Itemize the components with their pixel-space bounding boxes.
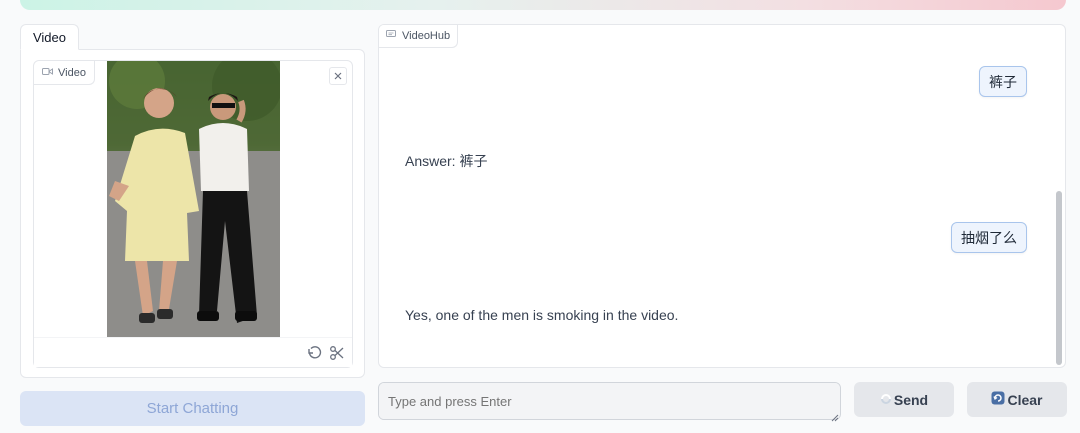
chatbot-label-text: VideoHub [402, 30, 451, 42]
spinner-icon [880, 392, 892, 408]
start-chatting-button[interactable]: Start Chatting [20, 391, 365, 426]
video-component: Video [33, 60, 353, 368]
close-video-button[interactable] [329, 67, 347, 85]
resize-handle-icon[interactable] [831, 409, 839, 422]
close-icon [334, 67, 342, 85]
video-camera-icon [42, 67, 53, 79]
tab-video[interactable]: Video [20, 24, 79, 50]
bot-message: Yes, one of the men is smoking in the vi… [405, 307, 679, 323]
video-block-label: Video [34, 61, 95, 85]
user-message: 裤子 [979, 66, 1027, 97]
chat-input[interactable] [378, 382, 841, 420]
video-frame-image [107, 61, 280, 337]
top-banner [20, 0, 1066, 10]
send-button[interactable]: Send [854, 382, 954, 417]
chat-scrollbar[interactable] [1056, 191, 1062, 365]
clear-button[interactable]: Clear [967, 382, 1067, 417]
undo-icon[interactable] [306, 345, 322, 361]
user-message: 抽烟了么 [951, 222, 1027, 253]
chatbot-panel: VideoHub 裤子 Answer: 裤子 抽烟了么 Yes, one of … [378, 24, 1066, 368]
clear-label: Clear [1007, 391, 1043, 408]
refresh-icon [991, 391, 1005, 408]
chat-icon [386, 30, 396, 42]
video-panel-body: Video [20, 49, 365, 378]
bot-message: Answer: 裤子 [405, 153, 488, 169]
chatbot-label: VideoHub [379, 25, 459, 48]
video-label-text: Video [58, 66, 86, 79]
scissors-icon[interactable] [329, 345, 345, 361]
video-panel: Video Video [20, 24, 365, 378]
video-player[interactable] [107, 61, 280, 337]
send-label: Send [893, 391, 929, 408]
video-controls [34, 337, 352, 367]
